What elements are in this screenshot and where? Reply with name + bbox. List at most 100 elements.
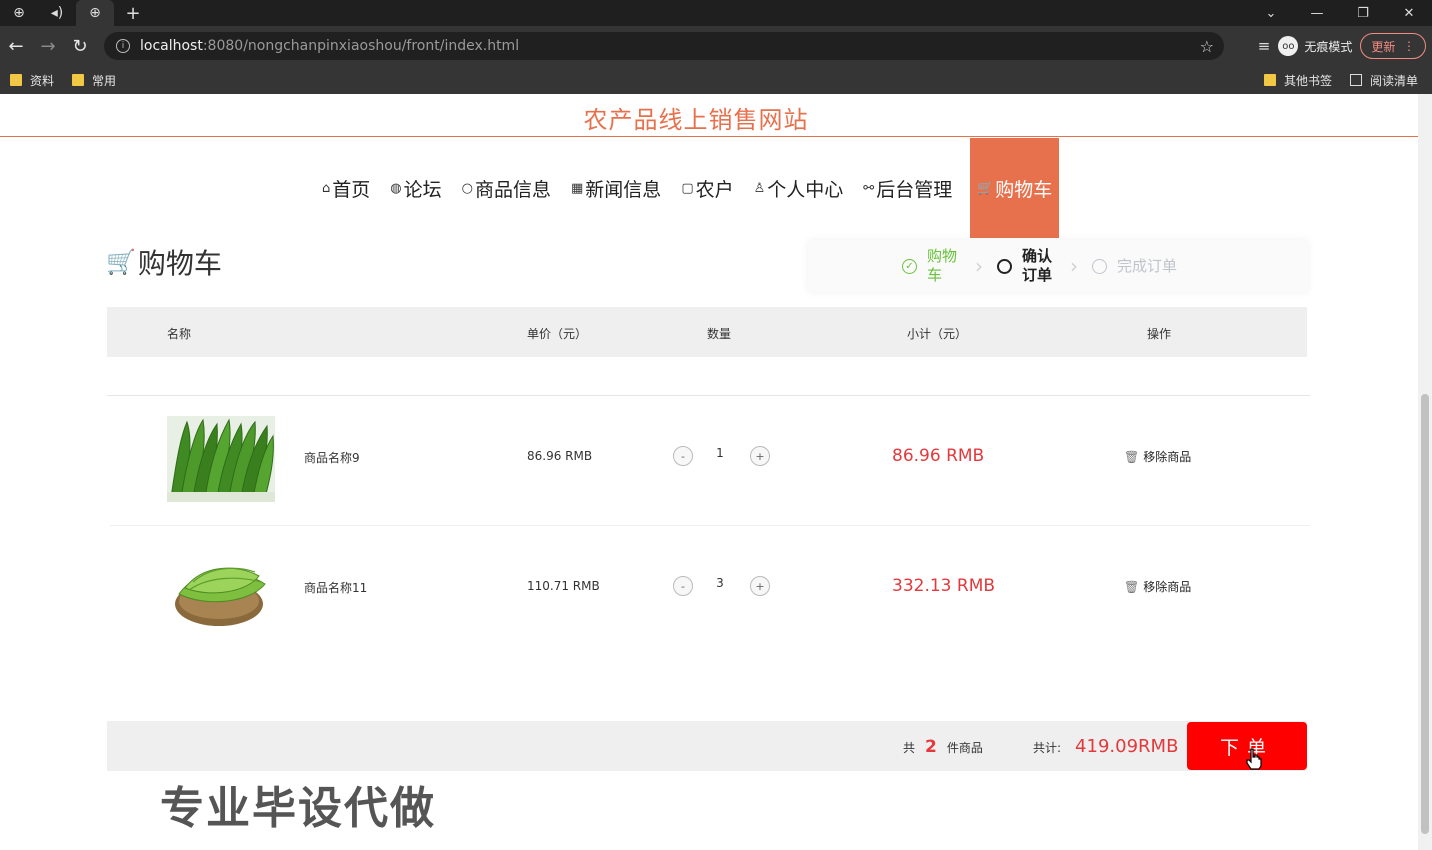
browser-toolbar: ← → ↻ i localhost:8080/nongchanpinxiaosh… [0, 26, 1432, 66]
hand-cursor-icon [1246, 748, 1262, 770]
new-tab-button[interactable]: + [114, 0, 152, 26]
check-icon: ✓ [902, 258, 917, 274]
globe-icon: ⊕ [89, 5, 101, 21]
site-info-icon[interactable]: i [116, 39, 130, 53]
step-label: 购物车 [927, 247, 958, 284]
user-icon: ♙ [753, 180, 766, 196]
site-title: 农产品线上销售网站 [583, 106, 809, 134]
bookmark-folder-1[interactable]: 常用 [72, 72, 116, 89]
url-path: :8080/nongchanpinxiaoshou/front/index.ht… [202, 38, 520, 54]
watermark-text: 专业毕设代做 [160, 783, 436, 834]
reload-button[interactable]: ↻ [64, 26, 96, 66]
tab-search-icon[interactable]: ⌄ [1248, 0, 1294, 26]
nav-label: 新闻信息 [585, 178, 662, 201]
tab-3-active[interactable]: ⊕ [76, 0, 114, 26]
grid-icon: ▦ [571, 180, 584, 196]
title-divider [0, 136, 1418, 137]
nav-item-7[interactable]: 🛒 购物车 [970, 138, 1060, 238]
tab-1[interactable]: ⊕ [0, 0, 38, 26]
product-image-bitter-melon[interactable] [167, 546, 275, 632]
col-qty: 数量 [707, 327, 732, 341]
restore-icon[interactable]: ❐ [1340, 0, 1386, 26]
bookmark-star-icon[interactable]: ☆ [1200, 37, 1214, 56]
table-row: 商品名称11 110.71 RMB - 3 + 332.13 RMB 🗑 移除商品 [107, 526, 1307, 656]
nav-label: 商品信息 [474, 178, 551, 201]
forward-button[interactable]: → [32, 26, 64, 66]
pending-step-icon [1092, 258, 1107, 274]
address-bar[interactable]: i localhost:8080/nongchanpinxiaoshou/fro… [104, 32, 1224, 60]
nav-item-2[interactable]: ○ 商品信息 [452, 138, 561, 238]
cart-total: 共计: 419.09RMB [1033, 736, 1178, 757]
media-control-icon[interactable]: ≡ [1258, 37, 1271, 55]
qty-increase-button[interactable]: + [750, 446, 770, 466]
home-icon: ⌂ [322, 180, 331, 196]
minimize-icon[interactable]: — [1294, 0, 1340, 26]
step-label: 完成订单 [1117, 256, 1178, 275]
step-label: 确认订单 [1022, 247, 1053, 284]
remove-label: 移除商品 [1143, 580, 1192, 594]
folder-icon [72, 74, 85, 86]
update-button[interactable]: 更新 ⋮ [1360, 33, 1426, 59]
item-qty: 1 [716, 446, 724, 460]
col-price: 单价（元） [527, 327, 588, 341]
other-bookmarks[interactable]: 其他书签 [1263, 72, 1332, 89]
main-nav: ⌂ 首页 ◍ 论坛 ○ 商品信息 ▦ 新闻信息 ▢ 农户 ♙ 个人中心 ⚯ 后台管理 🛒 购物车 [312, 138, 1060, 238]
item-price: 110.71 RMB [527, 579, 600, 593]
reading-list-icon [1349, 74, 1362, 86]
chevron-right-icon: › [975, 254, 983, 278]
page-scrollbar[interactable] [1418, 94, 1432, 850]
back-button[interactable]: ← [0, 26, 32, 66]
nav-item-1[interactable]: ◍ 论坛 [380, 138, 451, 238]
item-name[interactable]: 商品名称11 [304, 579, 367, 596]
bookmark-label: 常用 [92, 73, 117, 88]
nav-label: 个人中心 [767, 178, 844, 201]
nav-label: 首页 [332, 178, 371, 201]
remove-label: 移除商品 [1143, 450, 1192, 464]
card-icon: ▢ [681, 180, 694, 196]
item-name[interactable]: 商品名称9 [304, 449, 360, 466]
qty-decrease-button[interactable]: - [673, 576, 693, 596]
nav-label: 购物车 [995, 178, 1053, 201]
bookmark-label: 资料 [30, 73, 55, 88]
cart-heading: 🛒 购物车 [106, 242, 222, 282]
product-image-leafy-greens[interactable] [167, 416, 275, 502]
nav-item-4[interactable]: ▢ 农户 [671, 138, 743, 238]
nav-item-6[interactable]: ⚯ 后台管理 [853, 138, 962, 238]
folder-icon [1263, 74, 1276, 86]
cart-icon: 🛒 [106, 248, 136, 276]
bookmarks-bar: 资料 常用 其他书签 阅读清单 [0, 66, 1432, 94]
qty-increase-button[interactable]: + [750, 576, 770, 596]
qty-decrease-button[interactable]: - [673, 446, 693, 466]
step-complete: 完成订单 [1092, 257, 1177, 276]
reading-list-label: 阅读清单 [1369, 73, 1418, 88]
nav-item-3[interactable]: ▦ 新闻信息 [561, 138, 671, 238]
step-cart: ✓ 购物车 [902, 247, 961, 285]
remove-item-button[interactable]: 🗑 移除商品 [1124, 578, 1191, 595]
nav-item-5[interactable]: ♙ 个人中心 [744, 138, 854, 238]
col-name: 名称 [167, 327, 192, 341]
count-value: 2 [925, 737, 937, 757]
speaker-icon: ◂) [50, 5, 64, 21]
col-action: 操作 [1147, 327, 1172, 341]
reading-list[interactable]: 阅读清单 [1349, 72, 1418, 89]
remove-item-button[interactable]: 🗑 移除商品 [1124, 448, 1191, 465]
close-icon[interactable]: ✕ [1386, 0, 1432, 26]
update-label: 更新 [1371, 39, 1396, 54]
cart-table-header: 名称 单价（元） 数量 小计（元） 操作 [107, 307, 1307, 357]
nav-label: 农户 [695, 178, 734, 201]
window-controls: ⌄ — ❐ ✕ [1248, 0, 1432, 26]
scrollbar-thumb[interactable] [1421, 394, 1429, 834]
incognito-label: 无痕模式 [1304, 39, 1353, 54]
nav-label: 论坛 [403, 178, 442, 201]
total-amount: 419.09RMB [1075, 736, 1179, 757]
bookmark-folder-0[interactable]: 资料 [10, 72, 54, 89]
web-page: 农产品线上销售网站 ⌂ 首页 ◍ 论坛 ○ 商品信息 ▦ 新闻信息 ▢ 农户 ♙ 个人中心 ⚯ 后台管理 🛒… [0, 94, 1418, 850]
incognito-indicator[interactable]: oo 无痕模式 [1278, 36, 1352, 56]
circle-icon: ○ [461, 180, 473, 196]
nav-item-0[interactable]: ⌂ 首页 [312, 138, 380, 238]
tab-2[interactable]: ◂) [38, 0, 76, 26]
trash-icon: 🗑 [1124, 449, 1140, 464]
total-label: 共计: [1033, 741, 1062, 755]
trash-icon: 🗑 [1124, 579, 1140, 594]
cart-icon: 🛒 [977, 180, 994, 196]
